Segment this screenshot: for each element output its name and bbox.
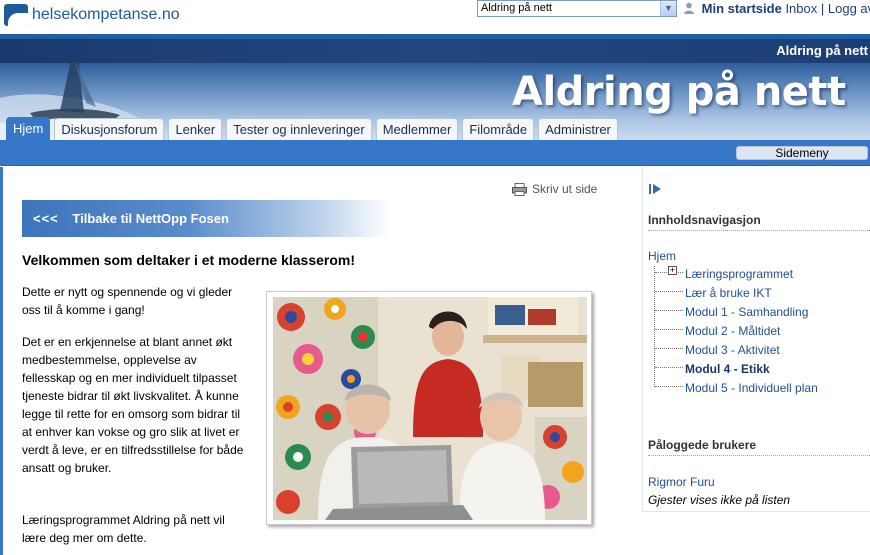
banner-big-title: Aldring på nett — [512, 69, 846, 115]
tree-item-modul-4[interactable]: Modul 4 - Etikk — [685, 362, 770, 376]
tree-item-modul-2[interactable]: Modul 2 - Måltidet — [685, 324, 780, 338]
chevron-down-icon[interactable]: ▼ — [660, 1, 676, 16]
print-label: Skriv ut side — [532, 182, 598, 196]
tree-root-hjem[interactable]: Hjem — [648, 249, 676, 263]
printer-icon — [512, 182, 527, 196]
side-menu-button[interactable]: Sidemeny — [736, 146, 868, 160]
tab-filomrade[interactable]: Filområde — [462, 118, 535, 140]
user-links: Min startside Inbox | Logg av — [683, 1, 870, 16]
online-users-rule — [648, 455, 870, 456]
online-user-link[interactable]: Rigmor Furu — [648, 475, 715, 489]
tab-tester-og-innleveringer[interactable]: Tester og innleveringer — [226, 118, 372, 140]
left-frame — [0, 167, 3, 555]
tree-item-laeringsprogrammet[interactable]: Læringsprogrammet — [685, 267, 793, 281]
logo-text: helsekompetanse.no — [32, 6, 180, 23]
tree-connector — [654, 266, 655, 387]
tree-item-modul-1[interactable]: Modul 1 - Samhandling — [685, 305, 808, 319]
tree-branch — [655, 329, 683, 330]
tab-administrer[interactable]: Administrer — [538, 118, 618, 140]
nav-bar: Sidemeny — [0, 140, 870, 166]
link-separator: | — [820, 1, 825, 16]
intro-paragraph: Dette er nytt og spennende og vi gleder … — [22, 285, 233, 317]
closing-paragraph: Læringsprogrammet Aldring på nett vil læ… — [22, 513, 225, 545]
back-label: Tilbake til NettOpp Fosen — [72, 211, 229, 226]
classroom-photo — [273, 297, 587, 520]
tree-branch — [655, 291, 683, 292]
tab-lenker[interactable]: Lenker — [168, 118, 223, 140]
collapse-sidebar-icon[interactable] — [648, 182, 664, 196]
tree-item-modul-5[interactable]: Modul 5 - Individuell plan — [685, 381, 818, 395]
online-users-heading: Påloggede brukere — [648, 438, 757, 452]
my-start-link[interactable]: Min startside — [702, 1, 782, 16]
main-tabs: Hjem Diskusjonsforum Lenker Tester og in… — [0, 117, 622, 140]
tree-branch — [655, 310, 683, 311]
print-page-link[interactable]: Skriv ut side — [512, 182, 597, 196]
logout-link[interactable]: Logg av — [828, 1, 870, 16]
tab-hjem[interactable]: Hjem — [6, 117, 51, 140]
tree-branch — [655, 386, 683, 387]
expand-plus-icon[interactable]: + — [668, 266, 677, 275]
tab-medlemmer[interactable]: Medlemmer — [375, 118, 459, 140]
body-paragraph: Det er en erkjennelse at blant annet økt… — [22, 335, 244, 475]
top-bar: helsekompetanse.no Aldring på nett ▼ Min… — [0, 0, 870, 34]
tree-branch — [655, 348, 683, 349]
tree-item-laer-a-bruke-ikt[interactable]: Lær å bruke IKT — [685, 286, 772, 300]
inbox-link[interactable]: Inbox — [785, 1, 817, 16]
site-select-value: Aldring på nett — [481, 2, 552, 14]
back-link-bar[interactable]: <<< Tilbake til NettOpp Fosen — [22, 200, 390, 237]
guest-note: Gjester vises ikke på listen — [648, 493, 791, 507]
content-nav-heading: Innholdsnavigasjon — [648, 213, 761, 227]
welcome-heading: Velkommen som deltaker i et moderne klas… — [22, 252, 356, 268]
helsekompetanse-logo[interactable]: helsekompetanse.no — [4, 4, 180, 26]
classroom-photo-frame — [266, 291, 592, 525]
tab-diskusjonsforum[interactable]: Diskusjonsforum — [54, 118, 165, 140]
site-select[interactable]: Aldring på nett ▼ — [477, 0, 677, 17]
tree-item-modul-3[interactable]: Modul 3 - Aktivitet — [685, 343, 780, 357]
content-nav-rule — [648, 230, 870, 231]
tree-branch — [655, 367, 683, 368]
back-chevrons: <<< — [33, 211, 59, 226]
logo-mark-icon — [4, 4, 28, 26]
user-icon — [684, 2, 694, 14]
banner-small-title: Aldring på nett — [776, 43, 868, 58]
